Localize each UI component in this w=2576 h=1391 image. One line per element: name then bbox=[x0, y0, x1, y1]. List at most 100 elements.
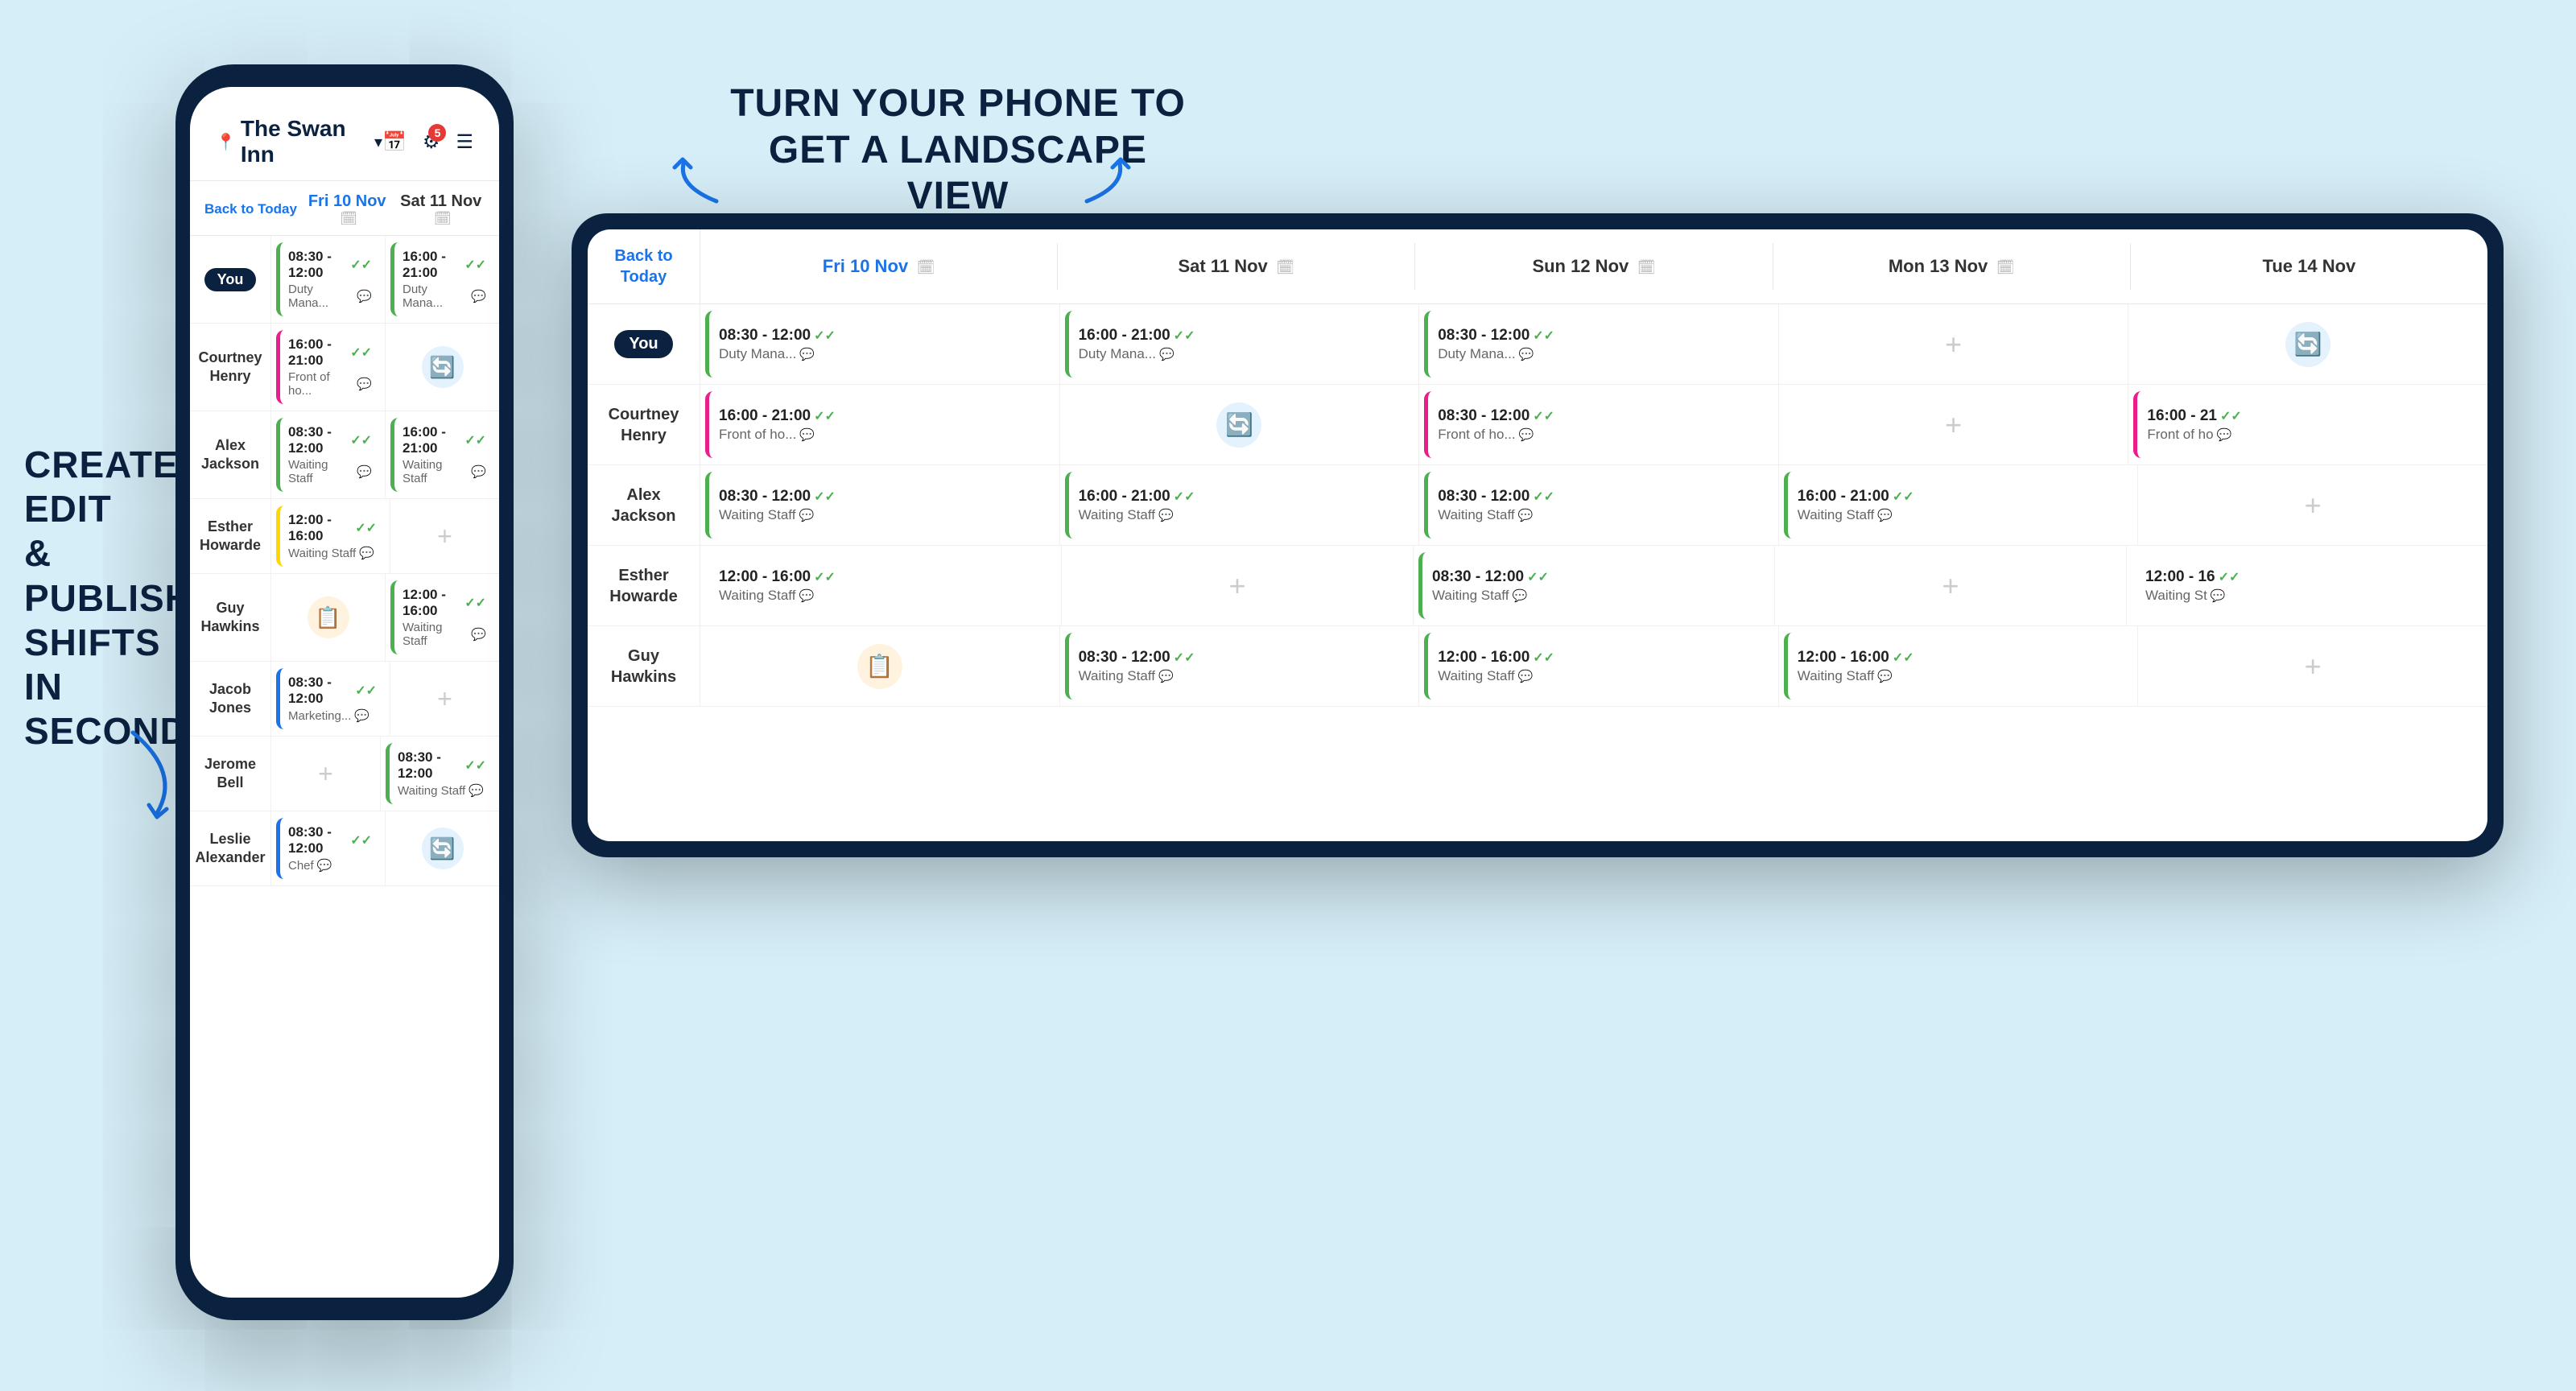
shift-role: Duty Mana... 💬 bbox=[288, 283, 372, 310]
shift-esther-fri[interactable]: 12:00 - 16:00 ✓✓ Waiting Staff 💬 bbox=[270, 499, 390, 573]
venue-name: The Swan Inn bbox=[241, 116, 369, 167]
date-fri-cal-icon: 🗓 bbox=[340, 211, 357, 226]
tablet-shift-guy-tue-empty[interactable]: + bbox=[2138, 626, 2487, 706]
tablet-shift-courtney-fri[interactable]: 16:00 - 21:00 ✓✓ Front of ho... 💬 bbox=[700, 385, 1060, 464]
shift-leslie-fri[interactable]: 08:30 - 12:00 ✓✓ Chef 💬 bbox=[270, 811, 385, 885]
shift-jerome-fri-empty[interactable]: + bbox=[270, 737, 380, 811]
tab-shift-role: Duty Mana... 💬 bbox=[1438, 346, 1764, 362]
tab-shift-time: 12:00 - 16:00 ✓✓ bbox=[719, 568, 1046, 586]
tablet-shift-courtney-sat[interactable]: 🔄 bbox=[1060, 385, 1420, 464]
tablet-date-tue[interactable]: Tue 14 Nov bbox=[2131, 243, 2487, 290]
venue-selector[interactable]: 📍 The Swan Inn ▾ bbox=[216, 116, 382, 167]
shift-block: 12:00 - 16:00 ✓✓ Waiting Staff 💬 bbox=[390, 580, 494, 654]
date-column-fri[interactable]: Fri 10 Nov 🗓 bbox=[303, 192, 391, 227]
menu-icon[interactable]: ☰ bbox=[456, 130, 473, 154]
tab-shift-time: 08:30 - 12:00 ✓✓ bbox=[1438, 327, 1764, 345]
tablet-date-sat[interactable]: Sat 11 Nov 🗓 bbox=[1058, 243, 1415, 290]
shift-time: 08:30 - 12:00 ✓✓ bbox=[288, 675, 377, 707]
shift-jacob-fri[interactable]: 08:30 - 12:00 ✓✓ Marketing... 💬 bbox=[270, 662, 390, 736]
tablet-shift-alex-sat[interactable]: 16:00 - 21:00 ✓✓ Waiting Staff 💬 bbox=[1060, 465, 1420, 545]
tablet-shift-courtney-mon-empty[interactable]: + bbox=[1779, 385, 2129, 464]
tablet-shift-you-tue[interactable]: 🔄 bbox=[2128, 304, 2487, 384]
shift-jacob-sat-empty[interactable]: + bbox=[390, 662, 499, 736]
tab-shift-block: 16:00 - 21:00 ✓✓ Waiting Staff 💬 bbox=[1065, 472, 1414, 539]
shift-you-fri[interactable]: 08:30 - 12:00 ✓✓ Duty Mana... 💬 bbox=[270, 236, 385, 323]
filter-badge: 5 bbox=[428, 124, 446, 142]
shift-leslie-sat[interactable]: 🔄 bbox=[385, 811, 499, 885]
emp-esther-cell: Esther Howarde bbox=[190, 499, 270, 573]
tablet-shift-esther-sun[interactable]: 08:30 - 12:00 ✓✓ Waiting Staff 💬 bbox=[1414, 546, 1775, 625]
shift-alex-sat[interactable]: 16:00 - 21:00 ✓✓ Waiting Staff 💬 bbox=[385, 411, 499, 498]
tablet-shift-guy-fri[interactable]: 📋 bbox=[700, 626, 1060, 706]
phone-mockup: 📍 The Swan Inn ▾ 📅 ⚙ 5 ☰ Back to Today bbox=[175, 64, 514, 1320]
shift-guy-sat[interactable]: 12:00 - 16:00 ✓✓ Waiting Staff 💬 bbox=[385, 574, 499, 661]
tablet-shift-you-sun[interactable]: 08:30 - 12:00 ✓✓ Duty Mana... 💬 bbox=[1419, 304, 1779, 384]
tablet-shift-alex-fri[interactable]: 08:30 - 12:00 ✓✓ Waiting Staff 💬 bbox=[700, 465, 1060, 545]
shift-role: Waiting Staff 💬 bbox=[402, 458, 486, 485]
tablet-emp-esther: Esther Howarde bbox=[588, 546, 700, 625]
shift-block: 08:30 - 12:00 ✓✓ Waiting Staff 💬 bbox=[276, 418, 380, 492]
tab-shift-role: Waiting Staff 💬 bbox=[719, 507, 1045, 523]
calendar-icon[interactable]: 📅 bbox=[382, 130, 407, 154]
tab-shift-block: 08:30 - 12:00 ✓✓ Front of ho... 💬 bbox=[1424, 391, 1773, 458]
emp-name: Leslie Alexander bbox=[195, 830, 265, 868]
tablet-shift-esther-sat-empty[interactable]: + bbox=[1062, 546, 1414, 625]
tablet-shift-guy-sun[interactable]: 12:00 - 16:00 ✓✓ Waiting Staff 💬 bbox=[1419, 626, 1779, 706]
shift-courtney-fri[interactable]: 16:00 - 21:00 ✓✓ Front of ho... 💬 bbox=[270, 324, 385, 411]
tab-shift-block: 16:00 - 21 ✓✓ Front of ho 💬 bbox=[2133, 391, 2483, 458]
chevron-down-icon: ▾ bbox=[374, 132, 382, 152]
tablet-emp-alex: Alex Jackson bbox=[588, 465, 700, 545]
tab-shift-time: 16:00 - 21:00 ✓✓ bbox=[1079, 488, 1405, 506]
roster-row-leslie: Leslie Alexander 08:30 - 12:00 ✓✓ Chef 💬… bbox=[190, 811, 499, 886]
tablet-shift-you-sat[interactable]: 16:00 - 21:00 ✓✓ Duty Mana... 💬 bbox=[1060, 304, 1420, 384]
tablet-shift-you-fri[interactable]: 08:30 - 12:00 ✓✓ Duty Mana... 💬 bbox=[700, 304, 1060, 384]
shift-block: 08:30 - 12:00 ✓✓ Duty Mana... 💬 bbox=[276, 242, 380, 316]
shift-block: 16:00 - 21:00 ✓✓ Duty Mana... 💬 bbox=[390, 242, 494, 316]
tab-shift-block: 08:30 - 12:00 ✓✓ Waiting Staff 💬 bbox=[705, 472, 1055, 539]
tablet-shift-alex-tue-empty[interactable]: + bbox=[2138, 465, 2487, 545]
tablet-shift-you-mon-empty[interactable]: + bbox=[1779, 304, 2129, 384]
roster-row-alex: Alex Jackson 08:30 - 12:00 ✓✓ Waiting St… bbox=[190, 411, 499, 499]
shift-role: Marketing... 💬 bbox=[288, 708, 377, 723]
tab-shift-block: 08:30 - 12:00 ✓✓ Waiting Staff 💬 bbox=[1418, 552, 1769, 619]
tablet-shift-guy-mon[interactable]: 12:00 - 16:00 ✓✓ Waiting Staff 💬 bbox=[1779, 626, 2139, 706]
tablet-date-mon[interactable]: Mon 13 Nov 🗓 bbox=[1773, 243, 2131, 290]
tab-shift-time: 16:00 - 21:00 ✓✓ bbox=[1798, 488, 2124, 506]
tablet-shift-esther-fri[interactable]: 12:00 - 16:00 ✓✓ Waiting Staff 💬 bbox=[700, 546, 1062, 625]
shift-time: 08:30 - 12:00 ✓✓ bbox=[288, 824, 372, 856]
shift-time: 16:00 - 21:00 ✓✓ bbox=[402, 249, 486, 281]
tab-shift-time: 08:30 - 12:00 ✓✓ bbox=[719, 488, 1045, 506]
tab-shift-time: 08:30 - 12:00 ✓✓ bbox=[1438, 488, 1764, 506]
tablet-shift-guy-sat[interactable]: 08:30 - 12:00 ✓✓ Waiting Staff 💬 bbox=[1060, 626, 1420, 706]
shift-guy-fri[interactable]: 📋 bbox=[270, 574, 385, 661]
emp-leslie-cell: Leslie Alexander bbox=[190, 811, 270, 885]
filter-icon[interactable]: ⚙ 5 bbox=[423, 130, 440, 154]
tablet-back-today-button[interactable]: Back to Today bbox=[588, 229, 700, 303]
shift-block: 12:00 - 16:00 ✓✓ Waiting Staff 💬 bbox=[276, 506, 385, 567]
tablet-date-sun[interactable]: Sun 12 Nov 🗓 bbox=[1415, 243, 1773, 290]
tablet-shift-courtney-sun[interactable]: 08:30 - 12:00 ✓✓ Front of ho... 💬 bbox=[1419, 385, 1779, 464]
emp-name: Alex Jackson bbox=[196, 436, 264, 474]
tablet-shift-alex-sun[interactable]: 08:30 - 12:00 ✓✓ Waiting Staff 💬 bbox=[1419, 465, 1779, 545]
tablet-row-esther: Esther Howarde 12:00 - 16:00 ✓✓ Waiting … bbox=[588, 546, 2487, 626]
tablet-shift-esther-tue[interactable]: 12:00 - 16 ✓✓ Waiting St 💬 bbox=[2127, 546, 2487, 625]
shift-role: Waiting Staff 💬 bbox=[288, 546, 377, 560]
shift-alex-fri[interactable]: 08:30 - 12:00 ✓✓ Waiting Staff 💬 bbox=[270, 411, 385, 498]
roster-row-esther: Esther Howarde 12:00 - 16:00 ✓✓ Waiting … bbox=[190, 499, 499, 574]
shift-esther-sat-empty[interactable]: + bbox=[390, 499, 499, 573]
shift-courtney-sat[interactable]: 🔄 bbox=[385, 324, 499, 411]
roster-row-jerome: Jerome Bell + 08:30 - 12:00 ✓✓ Waiting S… bbox=[190, 737, 499, 811]
tab-shift-role: Waiting Staff 💬 bbox=[1079, 668, 1405, 684]
tab-shift-block: 16:00 - 21:00 ✓✓ Waiting Staff 💬 bbox=[1784, 472, 2133, 539]
shift-you-sat[interactable]: 16:00 - 21:00 ✓✓ Duty Mana... 💬 bbox=[385, 236, 499, 323]
tablet-date-fri[interactable]: Fri 10 Nov 🗓 bbox=[700, 243, 1058, 290]
shift-jerome-sat[interactable]: 08:30 - 12:00 ✓✓ Waiting Staff 💬 bbox=[380, 737, 499, 811]
tablet-shift-courtney-tue[interactable]: 16:00 - 21 ✓✓ Front of ho 💬 bbox=[2128, 385, 2487, 464]
tablet-date-sat-label: Sat 11 Nov bbox=[1179, 256, 1268, 276]
tab-shift-time: 16:00 - 21:00 ✓✓ bbox=[719, 407, 1045, 425]
tablet-sat-cal-icon: 🗓 bbox=[1276, 259, 1294, 275]
tablet-shift-alex-mon[interactable]: 16:00 - 21:00 ✓✓ Waiting Staff 💬 bbox=[1779, 465, 2139, 545]
date-column-sat[interactable]: Sat 11 Nov 🗓 bbox=[397, 192, 485, 227]
tablet-shift-esther-mon-empty[interactable]: + bbox=[1775, 546, 2127, 625]
back-today-button[interactable]: Back to Today bbox=[204, 201, 297, 217]
